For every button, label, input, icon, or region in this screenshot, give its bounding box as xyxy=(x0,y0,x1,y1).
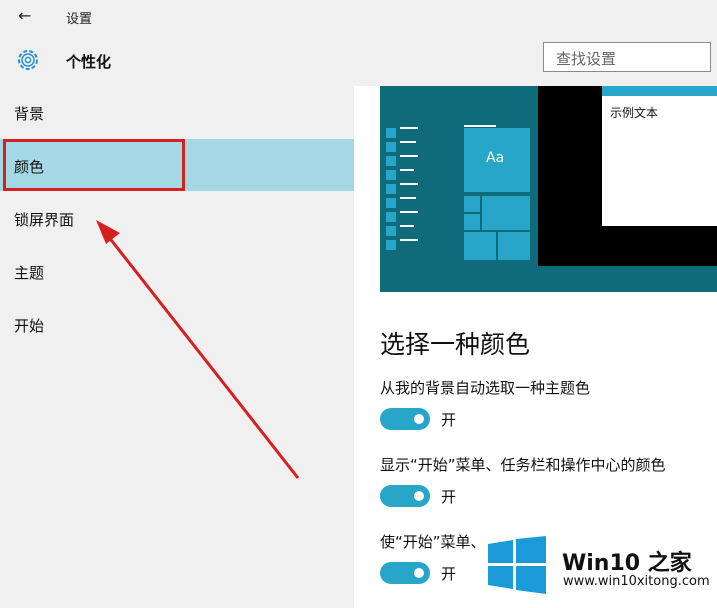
toggle-transparency[interactable] xyxy=(380,562,430,584)
toggle-knob xyxy=(414,491,424,501)
preview-tile-text: Aa xyxy=(486,150,505,166)
color-preview: Aa 示例文本 xyxy=(380,86,717,292)
option-label-transparency: 使“开始”菜单、 xyxy=(380,533,486,551)
toggle-state-label: 开 xyxy=(441,488,457,506)
preview-tile: Aa xyxy=(464,128,530,192)
watermark-brand: Win10 之家 xyxy=(562,551,692,576)
toggle-knob xyxy=(414,568,424,578)
sample-window: 示例文本 xyxy=(602,86,717,226)
sample-text: 示例文本 xyxy=(610,106,659,120)
windows-logo-icon xyxy=(488,536,546,594)
start-menu-preview: Aa xyxy=(380,86,538,292)
toggle-state-label: 开 xyxy=(441,565,457,583)
section-title: 选择一种颜色 xyxy=(380,330,531,359)
toggle-show-color[interactable] xyxy=(380,485,430,507)
toggle-knob xyxy=(414,414,424,424)
toggle-auto-color[interactable] xyxy=(380,408,430,430)
toggle-state-label: 开 xyxy=(441,411,457,429)
option-label-auto-color: 从我的背景自动选取一种主题色 xyxy=(380,379,591,397)
watermark-url: www.win10xitong.com xyxy=(563,574,710,589)
option-label-show-color: 显示“开始”菜单、任务栏和操作中心的颜色 xyxy=(380,456,666,474)
taskbar-preview xyxy=(380,266,717,292)
